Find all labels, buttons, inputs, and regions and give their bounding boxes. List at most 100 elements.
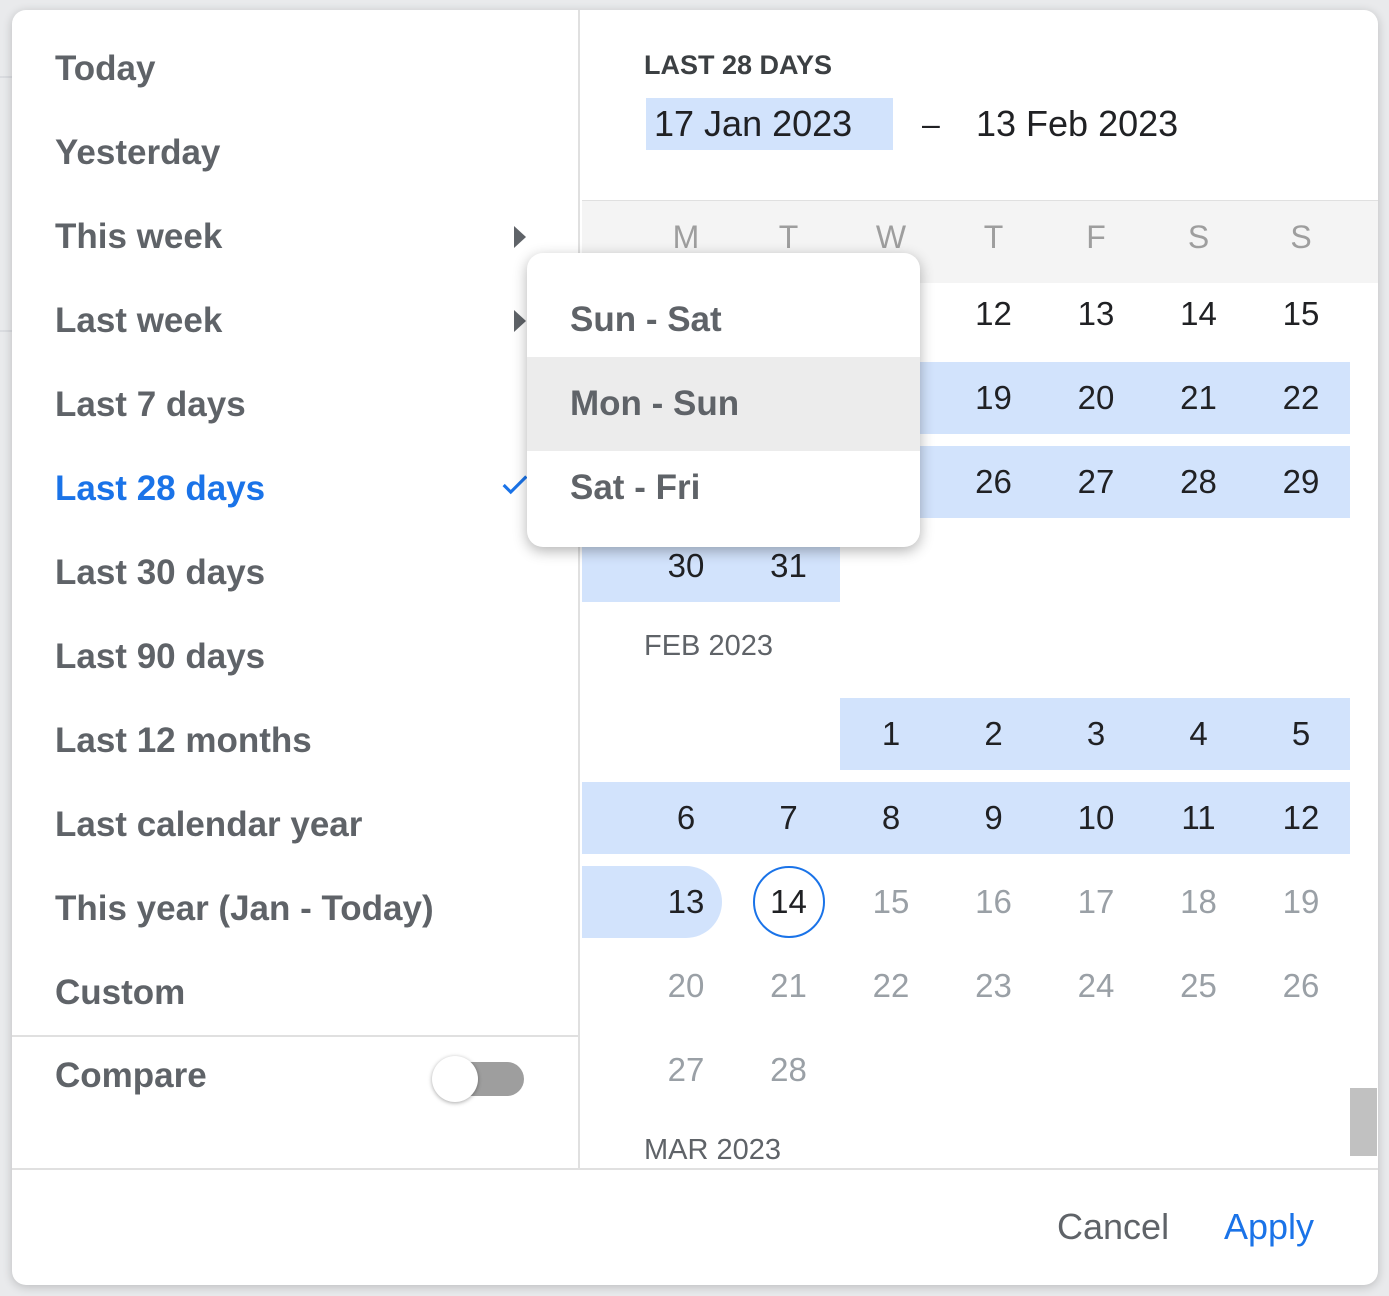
day-cell[interactable]: 20 <box>1045 362 1147 434</box>
day-cell[interactable]: 19 <box>943 362 1045 434</box>
calendar-panel: LAST 28 DAYS 17 Jan 2023 – 13 Feb 2023 M… <box>582 10 1378 1168</box>
day-cell[interactable]: 11 <box>1148 782 1250 854</box>
day-cell[interactable]: 6 <box>635 782 737 854</box>
day-cell: 15 <box>840 866 942 938</box>
day-cell[interactable]: 29 <box>1250 446 1352 518</box>
day-number: 27 <box>1077 463 1115 500</box>
week-option-sun-sat[interactable]: Sun - Sat <box>527 273 920 367</box>
weekday-label: F <box>1086 219 1106 255</box>
day-number: 6 <box>676 799 696 836</box>
day-number: 29 <box>1282 463 1320 500</box>
day-cell: 27 <box>635 1034 737 1106</box>
day-cell[interactable]: 28 <box>1148 446 1250 518</box>
weekday-label: T <box>778 219 799 255</box>
day-number: 16 <box>975 883 1012 920</box>
day-cell[interactable]: 13 <box>635 866 737 938</box>
preset-last-30-days[interactable]: Last 30 days <box>55 531 575 615</box>
day-cell[interactable]: 14 <box>1148 283 1250 350</box>
day-number: 14 <box>752 866 825 938</box>
week-option-sat-fri[interactable]: Sat - Fri <box>527 441 920 535</box>
cancel-button[interactable]: Cancel <box>1057 1206 1169 1248</box>
day-cell[interactable]: 7 <box>738 782 840 854</box>
day-cell[interactable]: 9 <box>943 782 1045 854</box>
day-number: 3 <box>1086 715 1106 752</box>
preset-last-90-days[interactable]: Last 90 days <box>55 615 575 699</box>
preset-last-calendar-year[interactable]: Last calendar year <box>55 783 575 867</box>
start-date-input[interactable]: 17 Jan 2023 <box>646 98 893 150</box>
compare-toggle[interactable] <box>432 1056 524 1102</box>
day-number: 14 <box>1180 295 1217 332</box>
day-number: 15 <box>1282 295 1320 332</box>
footer: Cancel Apply <box>12 1168 1378 1285</box>
day-cell[interactable]: 1 <box>840 698 942 770</box>
day-number: 24 <box>1077 967 1115 1004</box>
preset-last-7-days[interactable]: Last 7 days <box>55 363 575 447</box>
day-cell-today[interactable]: 14 <box>738 866 840 938</box>
day-cell[interactable]: 12 <box>943 283 1045 350</box>
week-option-mon-sun[interactable]: Mon - Sun <box>527 357 920 451</box>
day-cell[interactable]: 13 <box>1045 283 1147 350</box>
day-cell: 20 <box>635 950 737 1022</box>
day-number: 20 <box>667 967 705 1004</box>
weekday-label: S <box>1187 219 1210 255</box>
day-cell[interactable]: 3 <box>1045 698 1147 770</box>
apply-button[interactable]: Apply <box>1224 1206 1314 1248</box>
preset-today[interactable]: Today <box>55 27 575 111</box>
day-cell: 19 <box>1250 866 1352 938</box>
day-number: 22 <box>872 967 910 1004</box>
day-cell[interactable]: 8 <box>840 782 942 854</box>
toggle-knob[interactable] <box>432 1056 478 1102</box>
day-number: 20 <box>1077 379 1115 416</box>
preset-custom[interactable]: Custom <box>55 951 575 1035</box>
preset-yesterday[interactable]: Yesterday <box>55 111 575 195</box>
day-number: 28 <box>770 1051 807 1088</box>
chevron-right-icon[interactable] <box>514 310 526 332</box>
range-label: LAST 28 DAYS <box>644 50 833 80</box>
preset-last-12-months[interactable]: Last 12 months <box>55 699 575 783</box>
preset-this-year-jan-today-[interactable]: This year (Jan - Today) <box>55 867 575 951</box>
day-number: 15 <box>872 883 910 920</box>
day-number: 26 <box>975 463 1012 500</box>
range-separator: – <box>922 106 940 142</box>
day-cell[interactable]: 2 <box>943 698 1045 770</box>
day-cell[interactable]: 21 <box>1148 362 1250 434</box>
day-number: 13 <box>667 883 705 920</box>
month-label: MAR 2023 <box>644 1134 782 1166</box>
day-cell: 16 <box>943 866 1045 938</box>
day-cell[interactable]: 4 <box>1148 698 1250 770</box>
month-label: FEB 2023 <box>644 630 773 662</box>
day-cell[interactable]: 22 <box>1250 362 1352 434</box>
end-date-input[interactable]: 13 Feb 2023 <box>976 98 1178 150</box>
weekday-label: M <box>672 219 700 255</box>
day-cell: 25 <box>1148 950 1250 1022</box>
date-range-dialog: Today Yesterday This week Last week Last 7 d… <box>12 10 1378 1285</box>
day-cell[interactable]: 15 <box>1250 283 1352 350</box>
day-number: 10 <box>1077 799 1115 836</box>
day-cell: 21 <box>738 950 840 1022</box>
day-cell[interactable]: 5 <box>1250 698 1352 770</box>
preset-list: Today Yesterday This week Last week Last 7 d… <box>12 10 580 1168</box>
day-cell: 22 <box>840 950 942 1022</box>
chevron-right-icon[interactable] <box>514 226 526 248</box>
day-cell: 23 <box>943 950 1045 1022</box>
day-cell[interactable]: 26 <box>943 446 1045 518</box>
day-number: 17 <box>1077 883 1115 920</box>
day-cell[interactable]: 10 <box>1045 782 1147 854</box>
day-cell: 17 <box>1045 866 1147 938</box>
day-number: 7 <box>779 799 798 836</box>
preset-last-week[interactable]: Last week <box>55 279 575 363</box>
day-cell: 26 <box>1250 950 1352 1022</box>
day-number: 13 <box>1077 295 1115 332</box>
day-cell[interactable]: 27 <box>1045 446 1147 518</box>
day-cell[interactable]: 12 <box>1250 782 1352 854</box>
preset-last-28-days[interactable]: Last 28 days <box>55 447 575 531</box>
day-number: 9 <box>984 799 1003 836</box>
day-cell: 18 <box>1148 866 1250 938</box>
day-number: 11 <box>1181 799 1216 836</box>
day-number: 5 <box>1291 715 1311 752</box>
scrollbar-thumb[interactable] <box>1350 1088 1377 1156</box>
preset-this-week[interactable]: This week <box>55 195 575 279</box>
day-cell: 24 <box>1045 950 1147 1022</box>
day-number: 2 <box>984 715 1003 752</box>
weekday-label: S <box>1290 219 1312 255</box>
